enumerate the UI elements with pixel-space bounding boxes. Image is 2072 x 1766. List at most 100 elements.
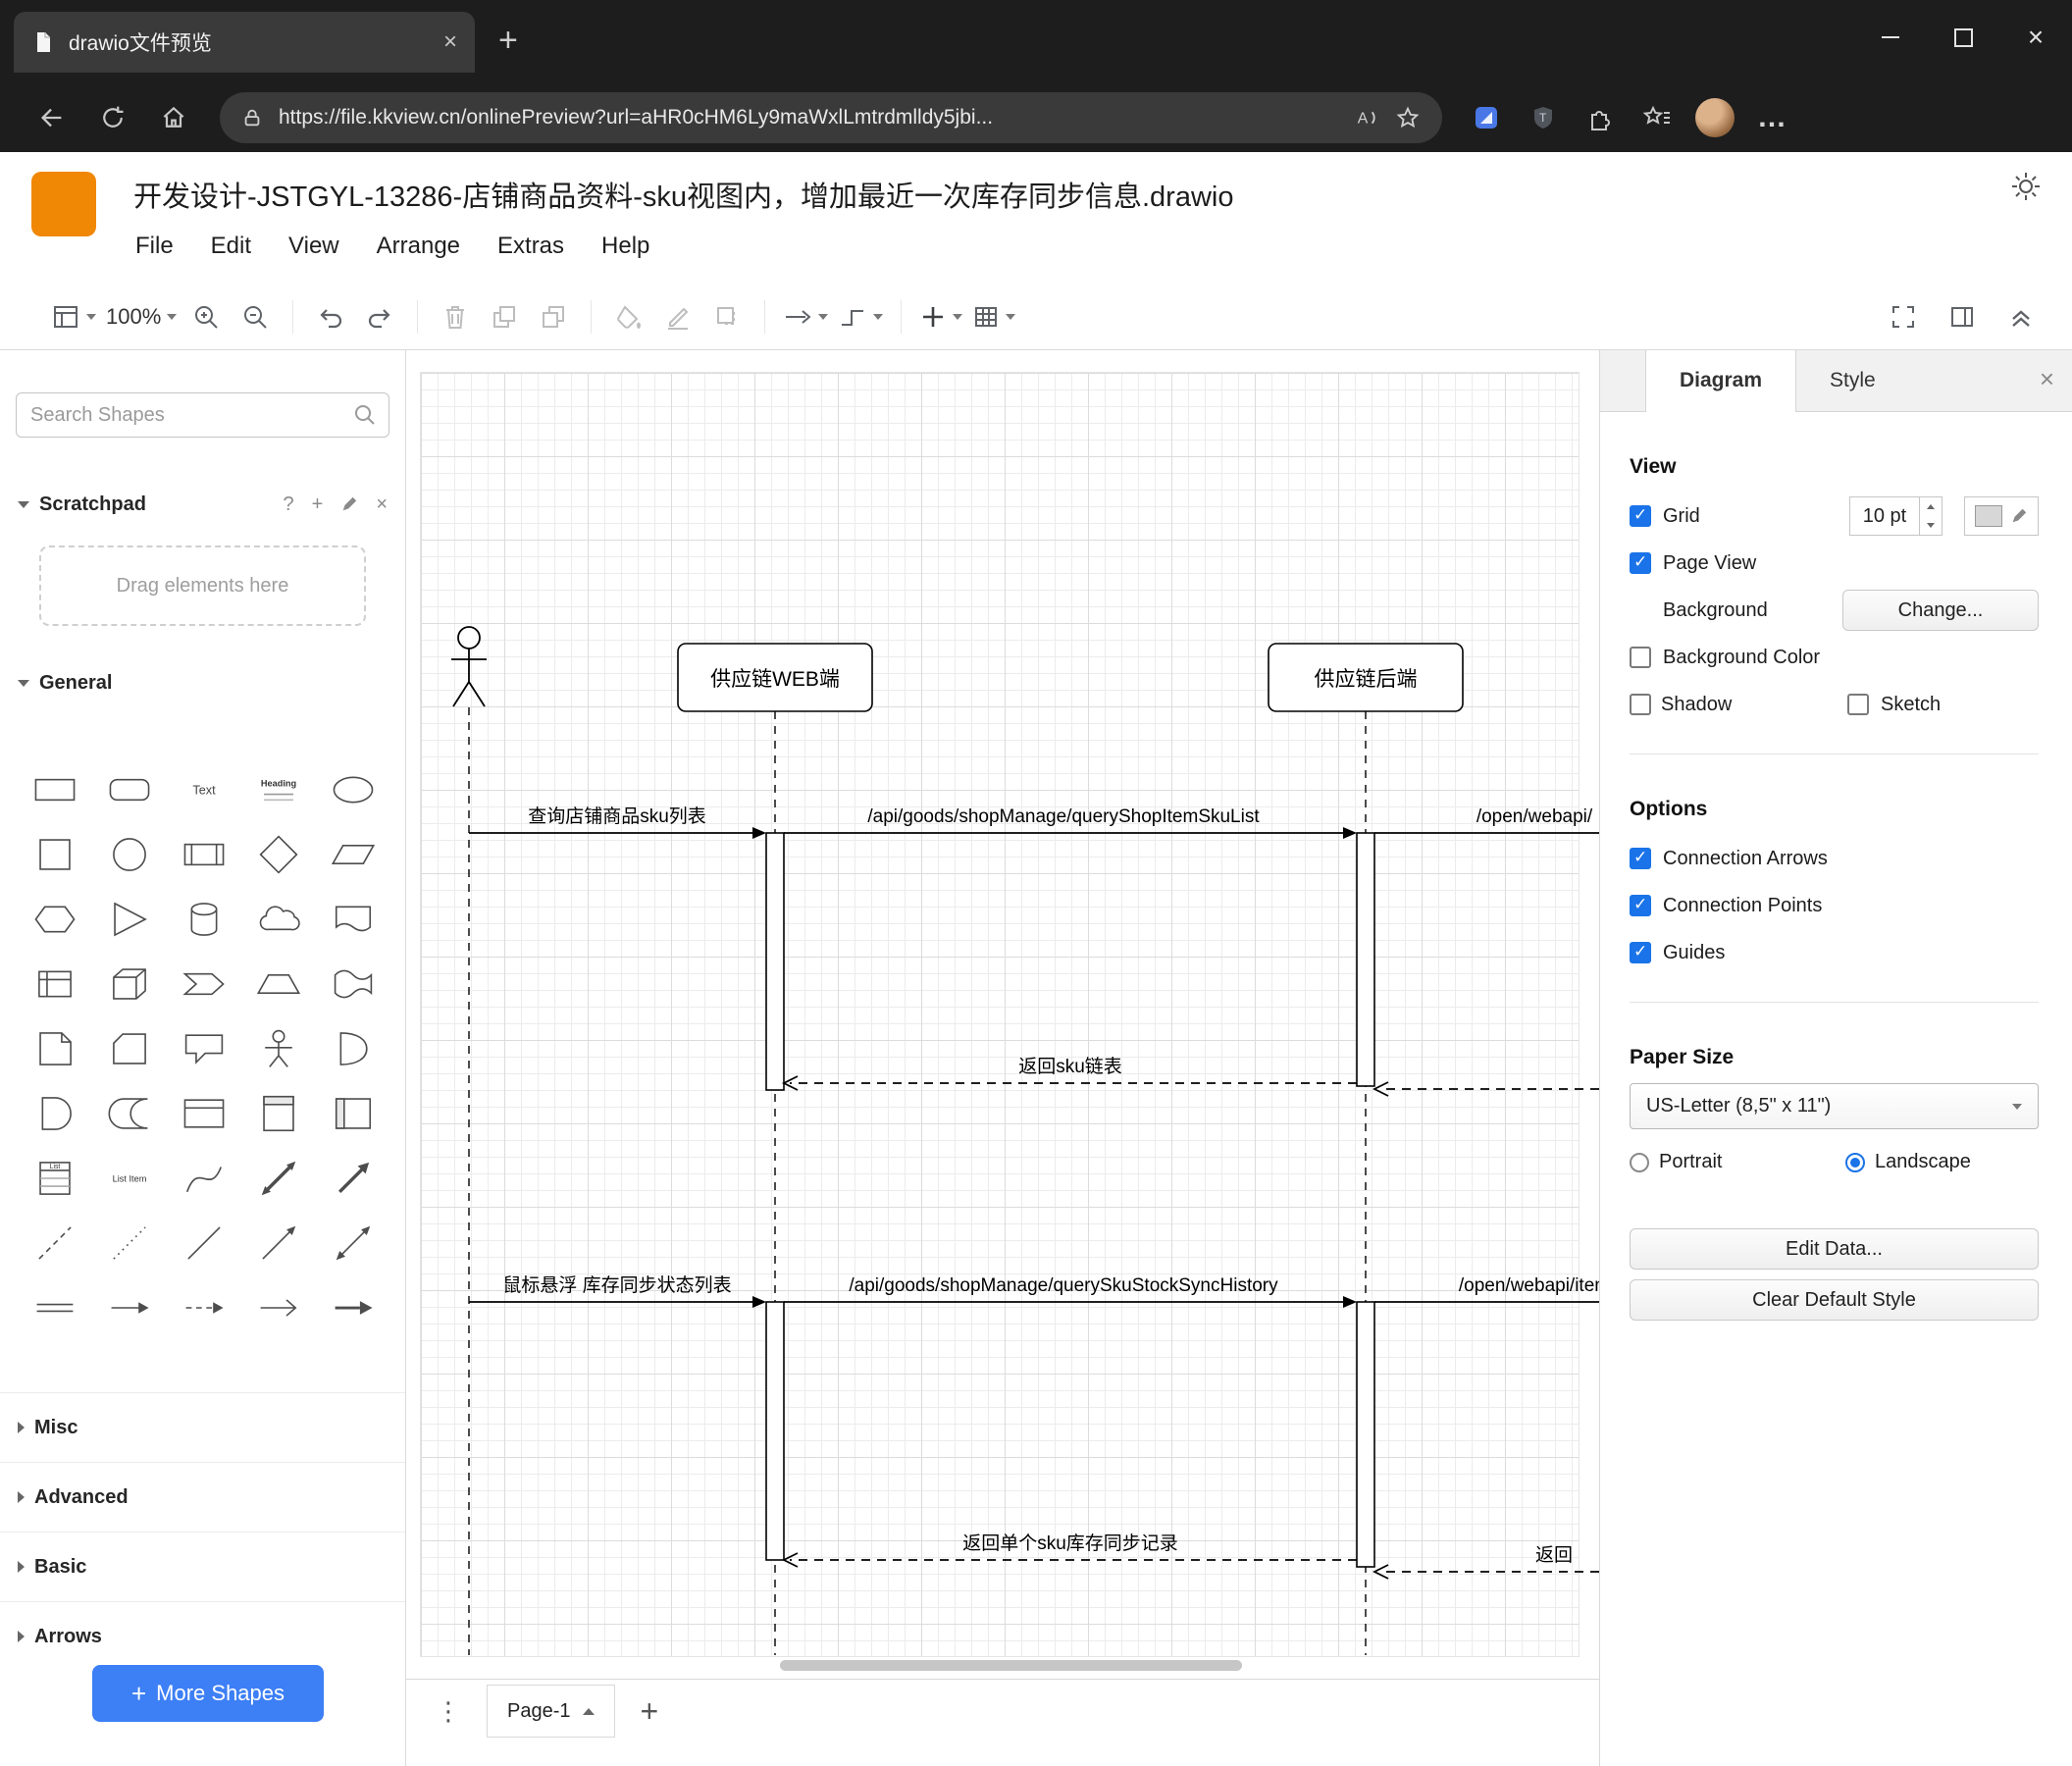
scratchpad-edit-icon[interactable] bbox=[340, 495, 358, 513]
shape-dashed-edge[interactable] bbox=[167, 1275, 241, 1340]
shape-directional-edge[interactable] bbox=[92, 1275, 167, 1340]
connection-arrows-checkbox[interactable] bbox=[1630, 848, 1651, 869]
shape-container[interactable] bbox=[167, 1081, 241, 1146]
shape-arrow-edge[interactable] bbox=[241, 1275, 316, 1340]
close-window-button[interactable]: × bbox=[1999, 0, 2072, 75]
landscape-radio[interactable] bbox=[1845, 1152, 1865, 1172]
undo-icon[interactable] bbox=[311, 295, 350, 338]
shape-vertical-container[interactable] bbox=[241, 1081, 316, 1146]
shape-document[interactable] bbox=[316, 887, 390, 952]
grid-size-stepper[interactable] bbox=[1919, 497, 1942, 535]
shape-process[interactable] bbox=[167, 822, 241, 887]
horizontal-scrollbar[interactable] bbox=[780, 1660, 1242, 1671]
shape-arrow[interactable] bbox=[316, 1146, 390, 1211]
lifeline-box-backend[interactable]: 供应链后端 bbox=[1268, 643, 1464, 712]
theme-toggle-icon[interactable] bbox=[2009, 170, 2043, 203]
shape-and[interactable] bbox=[18, 1081, 92, 1146]
shape-filled-arrow-edge[interactable] bbox=[316, 1275, 390, 1340]
shape-line[interactable] bbox=[167, 1211, 241, 1275]
tab-close-icon[interactable]: × bbox=[443, 30, 457, 54]
activation-bar[interactable] bbox=[765, 832, 785, 1091]
refresh-icon[interactable] bbox=[86, 91, 139, 144]
shadow-checkbox[interactable] bbox=[1630, 694, 1651, 715]
shape-link[interactable] bbox=[18, 1275, 92, 1340]
zoom-in-icon[interactable] bbox=[186, 295, 226, 338]
shape-step[interactable] bbox=[167, 952, 241, 1016]
section-arrows[interactable]: Arrows bbox=[0, 1601, 405, 1671]
menu-extras[interactable]: Extras bbox=[497, 233, 564, 260]
shape-bidirectional-arrow[interactable] bbox=[241, 1146, 316, 1211]
section-advanced[interactable]: Advanced bbox=[0, 1462, 405, 1532]
add-page-button[interactable]: + bbox=[641, 1695, 659, 1727]
shape-horizontal-container[interactable] bbox=[316, 1081, 390, 1146]
shield-extension-icon[interactable]: T bbox=[1519, 93, 1568, 142]
to-front-icon[interactable] bbox=[485, 295, 524, 338]
new-tab-button[interactable]: + bbox=[498, 24, 518, 57]
diagram-canvas[interactable]: 供应链WEB端 供应链后端 查询店铺商品sku列表 /api/goods/sho… bbox=[406, 350, 1599, 1679]
line-color-icon[interactable] bbox=[658, 295, 698, 338]
tab-diagram[interactable]: Diagram bbox=[1645, 350, 1797, 412]
maximize-button[interactable] bbox=[1927, 0, 1999, 75]
menu-help[interactable]: Help bbox=[601, 233, 649, 260]
shape-cloud[interactable] bbox=[241, 887, 316, 952]
view-outline-button[interactable] bbox=[51, 295, 96, 338]
grid-size-input[interactable] bbox=[1850, 497, 1919, 535]
shape-callout[interactable] bbox=[167, 1016, 241, 1081]
section-general[interactable]: General bbox=[0, 665, 405, 701]
zoom-level-button[interactable]: 100% bbox=[106, 295, 178, 338]
page-tab[interactable]: Page-1 bbox=[487, 1685, 615, 1738]
fill-color-icon[interactable] bbox=[609, 295, 648, 338]
shape-rectangle[interactable] bbox=[18, 757, 92, 822]
read-aloud-icon[interactable]: A bbox=[1354, 105, 1379, 130]
activation-bar[interactable] bbox=[1356, 832, 1375, 1087]
lifeline-box-web[interactable]: 供应链WEB端 bbox=[677, 643, 873, 712]
waypoints-button[interactable] bbox=[838, 295, 884, 338]
collapse-toolbar-icon[interactable] bbox=[2001, 295, 2041, 338]
address-bar[interactable]: https://file.kkview.cn/onlinePreview?url… bbox=[220, 92, 1442, 143]
shape-square[interactable] bbox=[18, 822, 92, 887]
activation-bar[interactable] bbox=[1356, 1301, 1375, 1568]
paper-size-select[interactable]: US-Letter (8,5" x 11") bbox=[1630, 1083, 2039, 1129]
shape-list[interactable]: List bbox=[18, 1146, 92, 1211]
background-color-checkbox[interactable] bbox=[1630, 647, 1651, 668]
collections-star-icon[interactable] bbox=[1632, 93, 1682, 142]
blue-extension-icon[interactable] bbox=[1462, 93, 1511, 142]
browser-tab[interactable]: drawio文件预览 × bbox=[14, 12, 475, 73]
favorite-star-icon[interactable] bbox=[1395, 105, 1421, 130]
actor-figure[interactable] bbox=[451, 626, 487, 707]
sketch-checkbox[interactable] bbox=[1847, 694, 1869, 715]
minimize-button[interactable] bbox=[1854, 0, 1927, 75]
page-view-checkbox[interactable] bbox=[1630, 552, 1651, 574]
panel-close-icon[interactable]: × bbox=[2040, 364, 2054, 394]
shape-hexagon[interactable] bbox=[18, 887, 92, 952]
scratchpad-close-icon[interactable]: × bbox=[376, 493, 388, 516]
shape-triangle[interactable] bbox=[92, 887, 167, 952]
shape-parallelogram[interactable] bbox=[316, 822, 390, 887]
scratchpad-add-icon[interactable]: + bbox=[312, 493, 324, 516]
shape-cylinder[interactable] bbox=[167, 887, 241, 952]
search-icon[interactable] bbox=[352, 402, 378, 428]
delete-icon[interactable] bbox=[436, 295, 475, 338]
menu-edit[interactable]: Edit bbox=[211, 233, 251, 260]
shape-dotted-line[interactable] bbox=[92, 1211, 167, 1275]
menu-arrange[interactable]: Arrange bbox=[377, 233, 460, 260]
shape-internal-storage[interactable] bbox=[18, 952, 92, 1016]
section-basic[interactable]: Basic bbox=[0, 1532, 405, 1601]
shape-rounded-rectangle[interactable] bbox=[92, 757, 167, 822]
table-button[interactable] bbox=[972, 295, 1016, 338]
redo-icon[interactable] bbox=[360, 295, 399, 338]
grid-color-button[interactable] bbox=[1964, 496, 2039, 536]
menu-file[interactable]: File bbox=[135, 233, 174, 260]
more-shapes-button[interactable]: + More Shapes bbox=[92, 1665, 324, 1722]
shape-actor[interactable] bbox=[241, 1016, 316, 1081]
connection-points-checkbox[interactable] bbox=[1630, 895, 1651, 916]
pages-menu-icon[interactable]: ⋮ bbox=[436, 1696, 461, 1727]
shape-data-storage[interactable] bbox=[92, 1081, 167, 1146]
shape-circle[interactable] bbox=[92, 822, 167, 887]
zoom-out-icon[interactable] bbox=[235, 295, 275, 338]
shape-directional-connector[interactable] bbox=[241, 1211, 316, 1275]
grid-checkbox[interactable] bbox=[1630, 505, 1651, 527]
connection-style-button[interactable] bbox=[783, 295, 829, 338]
scratchpad-dropzone[interactable]: Drag elements here bbox=[39, 545, 366, 626]
portrait-radio[interactable] bbox=[1630, 1152, 1649, 1172]
